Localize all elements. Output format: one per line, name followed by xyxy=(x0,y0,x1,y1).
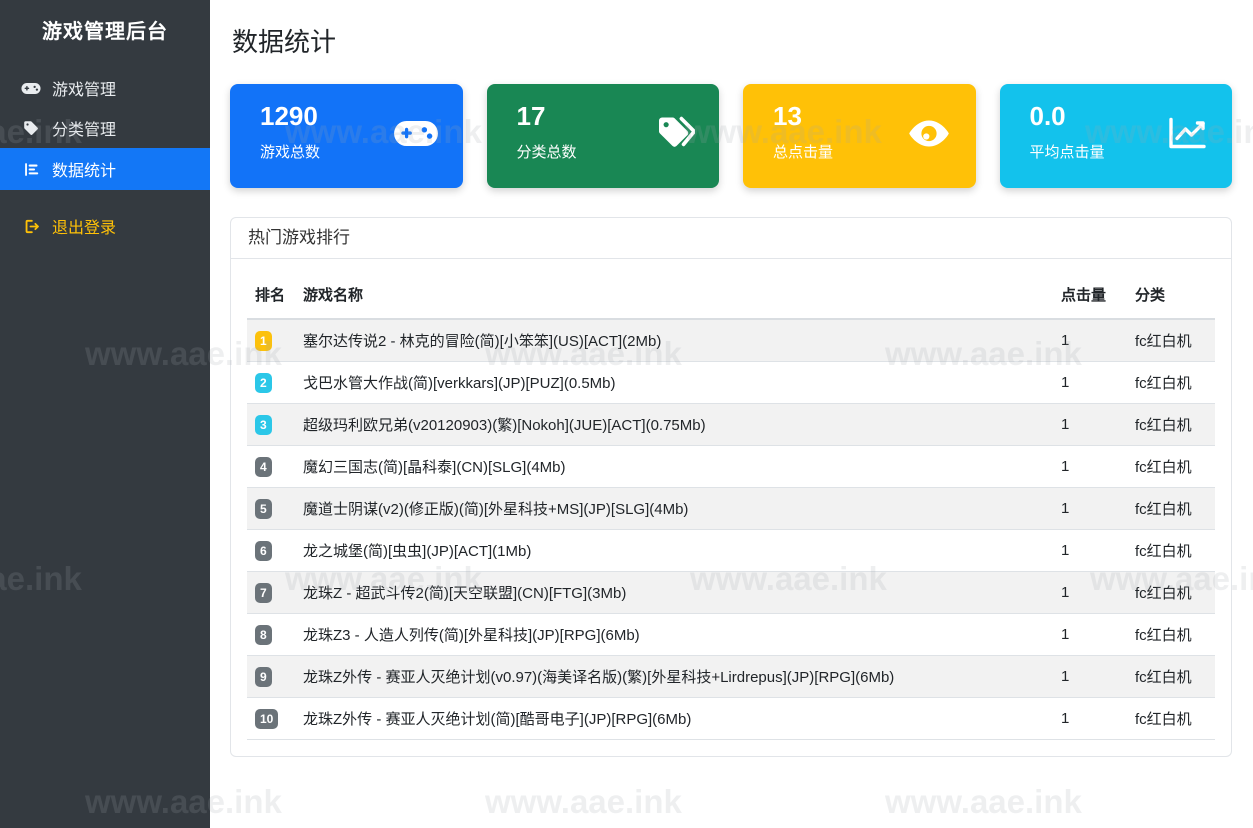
rank-badge: 8 xyxy=(255,625,272,645)
sign-out-icon xyxy=(21,218,41,235)
game-name-cell: 龙之城堡(简)[虫虫](JP)[ACT](1Mb) xyxy=(295,530,1053,572)
chart-line-icon xyxy=(1166,116,1208,157)
rank-badge: 3 xyxy=(255,415,272,435)
col-header-category: 分类 xyxy=(1127,272,1215,319)
table-row: 6 龙之城堡(简)[虫虫](JP)[ACT](1Mb) 1 fc红白机 xyxy=(247,530,1215,572)
category-cell: fc红白机 xyxy=(1127,614,1215,656)
table-row: 2 戈巴水管大作战(简)[verkkars](JP)[PUZ](0.5Mb) 1… xyxy=(247,362,1215,404)
table-row: 3 超级玛利欧兄弟(v20120903)(繁)[Nokoh](JUE)[ACT]… xyxy=(247,404,1215,446)
stat-card-total-games: 1290 游戏总数 xyxy=(230,84,463,188)
sidebar-item-stats[interactable]: 数据统计 xyxy=(0,148,210,190)
ranking-table: 排名 游戏名称 点击量 分类 1 塞尔达传说2 - 林克的冒险(简)[小笨笨](… xyxy=(247,272,1215,740)
table-row: 9 龙珠Z外传 - 赛亚人灭绝计划(v0.97)(海美译名版)(繁)[外星科技+… xyxy=(247,656,1215,698)
ranking-panel-title: 热门游戏排行 xyxy=(231,218,1231,259)
app-title: 游戏管理后台 xyxy=(0,0,210,64)
game-name-cell: 魔幻三国志(简)[晶科泰](CN)[SLG](4Mb) xyxy=(295,446,1053,488)
tags-icon xyxy=(655,114,695,159)
sidebar-item-label: 游戏管理 xyxy=(52,76,116,100)
game-name-cell: 龙珠Z外传 - 赛亚人灭绝计划(v0.97)(海美译名版)(繁)[外星科技+Li… xyxy=(295,656,1053,698)
category-cell: fc红白机 xyxy=(1127,572,1215,614)
table-row: 7 龙珠Z - 超武斗传2(简)[天空联盟](CN)[FTG](3Mb) 1 f… xyxy=(247,572,1215,614)
game-name-cell: 龙珠Z - 超武斗传2(简)[天空联盟](CN)[FTG](3Mb) xyxy=(295,572,1053,614)
rank-badge: 5 xyxy=(255,499,272,519)
table-row: 8 龙珠Z3 - 人造人列传(简)[外星科技](JP)[RPG](6Mb) 1 … xyxy=(247,614,1215,656)
clicks-cell: 1 xyxy=(1053,319,1127,362)
sidebar-item-games[interactable]: 游戏管理 xyxy=(0,68,210,108)
col-header-name: 游戏名称 xyxy=(295,272,1053,319)
category-cell: fc红白机 xyxy=(1127,488,1215,530)
category-cell: fc红白机 xyxy=(1127,530,1215,572)
rank-badge: 4 xyxy=(255,457,272,477)
sidebar-item-label: 退出登录 xyxy=(52,214,116,238)
game-name-cell: 塞尔达传说2 - 林克的冒险(简)[小笨笨](US)[ACT](2Mb) xyxy=(295,319,1053,362)
rank-badge: 2 xyxy=(255,373,272,393)
table-row: 4 魔幻三国志(简)[晶科泰](CN)[SLG](4Mb) 1 fc红白机 xyxy=(247,446,1215,488)
category-cell: fc红白机 xyxy=(1127,698,1215,740)
sidebar-item-categories[interactable]: 分类管理 xyxy=(0,108,210,148)
clicks-cell: 1 xyxy=(1053,446,1127,488)
game-name-cell: 超级玛利欧兄弟(v20120903)(繁)[Nokoh](JUE)[ACT](0… xyxy=(295,404,1053,446)
chart-bar-icon xyxy=(21,161,41,178)
rank-badge: 1 xyxy=(255,331,272,351)
ranking-header-row: 排名 游戏名称 点击量 分类 xyxy=(247,272,1215,319)
game-name-cell: 魔道士阴谋(v2)(修正版)(简)[外星科技+MS](JP)[SLG](4Mb) xyxy=(295,488,1053,530)
rank-badge: 9 xyxy=(255,667,272,687)
tag-icon xyxy=(21,120,41,136)
clicks-cell: 1 xyxy=(1053,362,1127,404)
game-name-cell: 龙珠Z3 - 人造人列传(简)[外星科技](JP)[RPG](6Mb) xyxy=(295,614,1053,656)
category-cell: fc红白机 xyxy=(1127,446,1215,488)
clicks-cell: 1 xyxy=(1053,488,1127,530)
gamepad-icon xyxy=(21,81,41,96)
main-content: 数据统计 1290 游戏总数 17 分类总数 xyxy=(210,0,1253,828)
category-cell: fc红白机 xyxy=(1127,362,1215,404)
rank-badge: 10 xyxy=(255,709,278,729)
game-name-cell: 戈巴水管大作战(简)[verkkars](JP)[PUZ](0.5Mb) xyxy=(295,362,1053,404)
ranking-panel: 热门游戏排行 排名 游戏名称 点击量 分类 1 塞尔达传说2 - 林克的冒险(简… xyxy=(230,217,1232,757)
stat-card-total-categories: 17 分类总数 xyxy=(487,84,720,188)
gamepad-icon xyxy=(393,118,439,155)
clicks-cell: 1 xyxy=(1053,404,1127,446)
table-row: 5 魔道士阴谋(v2)(修正版)(简)[外星科技+MS](JP)[SLG](4M… xyxy=(247,488,1215,530)
clicks-cell: 1 xyxy=(1053,572,1127,614)
stat-card-avg-clicks: 0.0 平均点击量 xyxy=(1000,84,1233,188)
category-cell: fc红白机 xyxy=(1127,656,1215,698)
sidebar-item-label: 分类管理 xyxy=(52,116,116,140)
clicks-cell: 1 xyxy=(1053,698,1127,740)
rank-badge: 6 xyxy=(255,541,272,561)
sidebar-nav: 游戏管理 分类管理 数据统计 xyxy=(0,68,210,246)
eye-icon xyxy=(906,117,952,156)
col-header-rank: 排名 xyxy=(247,272,295,319)
table-row: 1 塞尔达传说2 - 林克的冒险(简)[小笨笨](US)[ACT](2Mb) 1… xyxy=(247,319,1215,362)
sidebar: 游戏管理后台 游戏管理 分类管理 xyxy=(0,0,210,828)
table-row: 10 龙珠Z外传 - 赛亚人灭绝计划(简)[酷哥电子](JP)[RPG](6Mb… xyxy=(247,698,1215,740)
stat-cards-row: 1290 游戏总数 17 分类总数 xyxy=(230,84,1232,188)
clicks-cell: 1 xyxy=(1053,614,1127,656)
category-cell: fc红白机 xyxy=(1127,404,1215,446)
clicks-cell: 1 xyxy=(1053,656,1127,698)
sidebar-item-label: 数据统计 xyxy=(52,157,116,181)
page-title: 数据统计 xyxy=(232,22,336,59)
category-cell: fc红白机 xyxy=(1127,319,1215,362)
sidebar-item-logout[interactable]: 退出登录 xyxy=(0,206,210,246)
col-header-clicks: 点击量 xyxy=(1053,272,1127,319)
rank-badge: 7 xyxy=(255,583,272,603)
stat-card-total-clicks: 13 总点击量 xyxy=(743,84,976,188)
clicks-cell: 1 xyxy=(1053,530,1127,572)
game-name-cell: 龙珠Z外传 - 赛亚人灭绝计划(简)[酷哥电子](JP)[RPG](6Mb) xyxy=(295,698,1053,740)
